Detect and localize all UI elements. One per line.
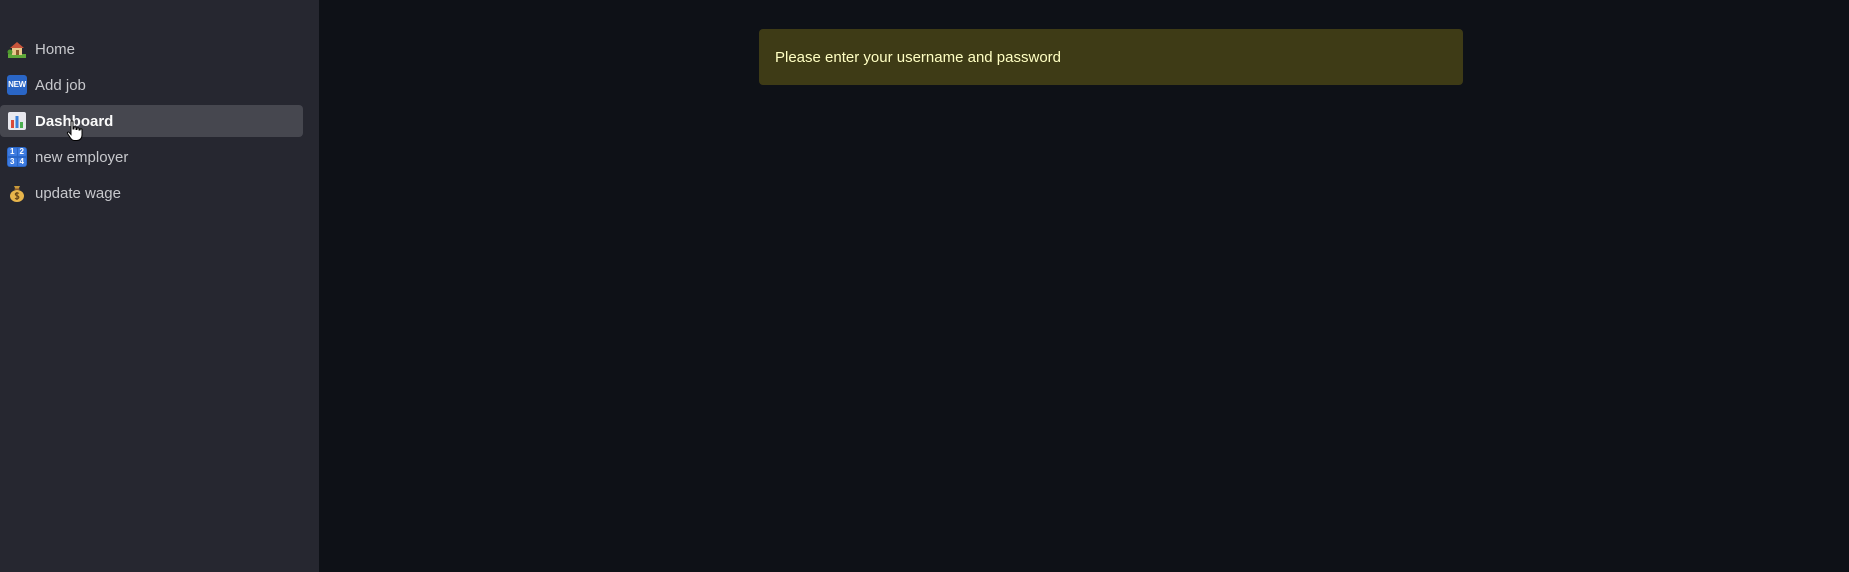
sidebar-item-new-employer[interactable]: 1 2 3 4 new employer [0, 141, 303, 173]
sidebar-nav: Home NEW Add job Dashboard 1 2 3 4 new e… [0, 33, 303, 213]
sidebar-item-label: Add job [35, 76, 86, 94]
sidebar-item-dashboard[interactable]: Dashboard [0, 105, 303, 137]
main-content: Please enter your username and password [319, 0, 1849, 572]
alert-message: Please enter your username and password [775, 48, 1061, 66]
money-bag-icon [7, 183, 27, 203]
sidebar-item-label: Home [35, 40, 76, 58]
sidebar: Home NEW Add job Dashboard 1 2 3 4 new e… [0, 0, 319, 572]
app-window: Home NEW Add job Dashboard 1 2 3 4 new e… [0, 0, 1849, 572]
sidebar-item-update-wage[interactable]: update wage [0, 177, 303, 209]
numbers-icon-digit: 3 [8, 157, 17, 166]
sidebar-item-label: Dashboard [35, 112, 114, 130]
input-numbers-icon: 1 2 3 4 [7, 147, 27, 167]
house-with-garden-icon [7, 39, 27, 59]
sidebar-item-add-job[interactable]: NEW Add job [0, 69, 303, 101]
new-button-icon: NEW [7, 75, 27, 95]
numbers-icon-digit: 2 [17, 148, 26, 157]
numbers-icon-digit: 4 [17, 157, 26, 166]
sidebar-item-home[interactable]: Home [0, 33, 303, 65]
warning-alert: Please enter your username and password [759, 29, 1463, 85]
sidebar-item-label: update wage [35, 184, 121, 202]
numbers-icon-digit: 1 [8, 148, 17, 157]
bar-chart-icon [7, 111, 27, 131]
sidebar-item-label: new employer [35, 148, 129, 166]
